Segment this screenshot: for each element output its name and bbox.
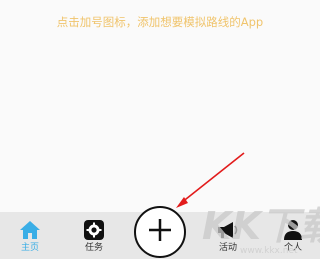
add-app-button[interactable] [134,206,186,258]
tab-home[interactable]: 主页 [3,212,57,259]
plus-icon [148,218,172,246]
tab-home-label: 主页 [20,243,39,253]
tab-task-label: 任务 [84,243,103,253]
watermark-logo: KK下载 www.kkx.net [202,204,320,256]
hint-text: 点击加号图标，添加想要模拟路线的App [56,15,264,29]
home-icon [18,218,42,242]
svg-text:KK下载: KK下载 [202,204,320,248]
gear-icon [82,218,106,242]
svg-text:www.kkx.net: www.kkx.net [240,246,298,256]
tab-task[interactable]: 任务 [67,212,121,259]
